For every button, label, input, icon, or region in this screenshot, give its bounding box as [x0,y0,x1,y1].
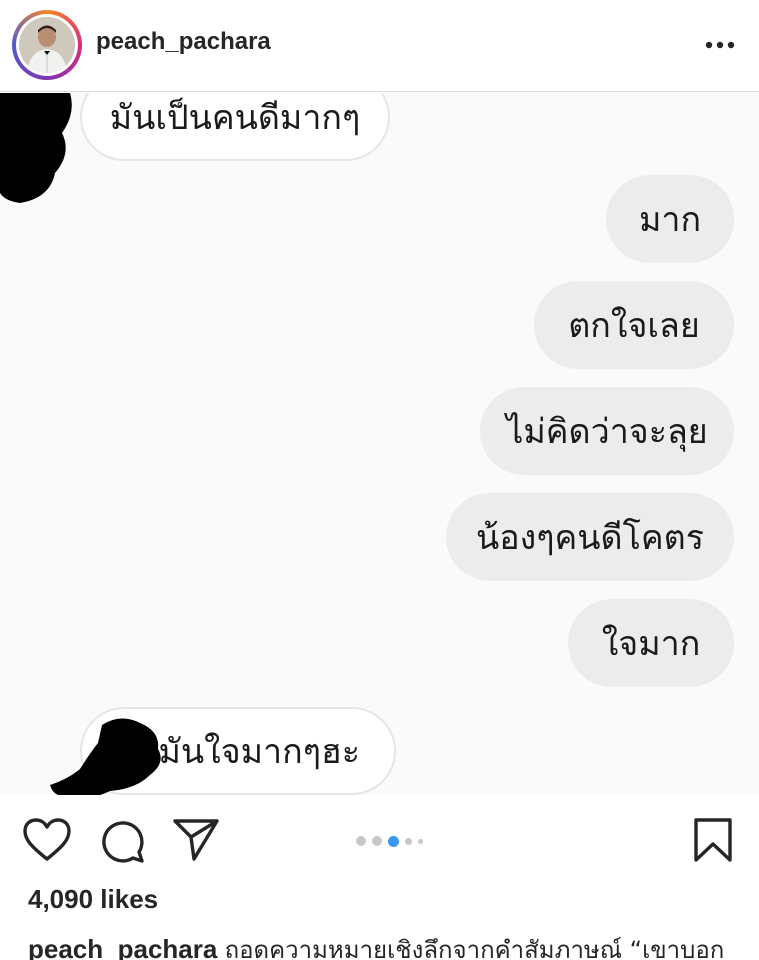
chat-bubble-outgoing: ไม่คิดว่าจะลุย [480,387,734,475]
post-username[interactable]: peach_pachara [96,28,271,56]
chat-bubble-incoming: มันเป็นคนดีมากๆ [80,93,390,161]
post-header: peach_pachara [0,0,759,92]
more-options-icon[interactable] [700,30,740,60]
like-count[interactable]: 4,090 likes [28,884,158,915]
avatar[interactable] [12,10,82,80]
action-bar [0,795,759,885]
send-icon[interactable] [172,817,220,863]
carousel-dot [356,836,366,846]
post-caption: peach_pachara ถอดความหมายเชิงลึกจากคำสัม… [28,930,748,960]
chat-bubble-outgoing: น้องๆคนดีโคตร [446,493,734,581]
redaction-mark [50,718,161,795]
bookmark-icon[interactable] [692,817,734,863]
carousel-dot [418,838,423,844]
carousel-indicator [356,835,423,847]
avatar-photo [19,17,75,73]
chat-bubble-outgoing: ใจมาก [568,599,734,687]
caption-username[interactable]: peach_pachara [28,934,217,960]
comment-icon[interactable] [98,817,146,865]
redaction-mark [0,93,72,203]
carousel-dot-active [388,835,399,847]
carousel-dot [405,837,412,845]
heart-icon[interactable] [22,817,72,863]
post-image[interactable]: มันเป็นคนดีมากๆ มาก ตกใจเลย ไม่คิดว่าจะล… [0,93,759,795]
carousel-dot [372,836,382,846]
chat-bubble-outgoing: ตกใจเลย [534,281,734,369]
caption-text: ถอดความหมายเชิงลึกจากคำสัมภาษณ์ “เขาบอก [224,936,725,960]
chat-bubble-outgoing: มาก [606,175,734,263]
